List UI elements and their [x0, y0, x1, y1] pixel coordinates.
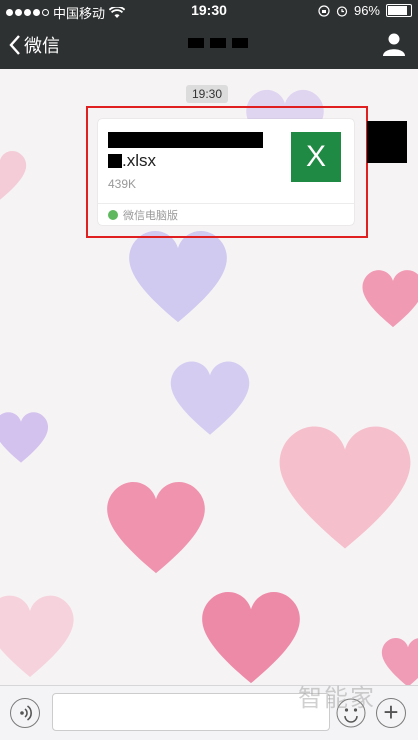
heart-decoration	[0, 151, 27, 200]
heart-decoration	[381, 638, 418, 685]
message-input[interactable]	[52, 693, 330, 731]
rotation-lock-icon	[318, 4, 330, 17]
profile-icon[interactable]	[382, 32, 406, 56]
battery-percent: 96%	[353, 3, 380, 18]
heart-decoration	[279, 426, 411, 549]
chat-title-redacted	[188, 38, 248, 48]
back-label: 微信	[24, 36, 60, 56]
watermark: 智能家	[298, 685, 376, 712]
redaction-block	[188, 38, 204, 48]
chevron-left-icon	[9, 35, 20, 55]
alarm-icon	[336, 5, 348, 17]
sender-avatar-redacted[interactable]	[367, 121, 407, 163]
back-button[interactable]: 微信	[8, 32, 60, 58]
heart-decoration	[362, 270, 418, 328]
heart-decoration	[202, 592, 300, 684]
status-bar: 中国移动 19:30 96%	[0, 0, 418, 21]
more-options-button[interactable]: +	[376, 698, 406, 728]
message-timestamp: 19:30	[186, 85, 229, 103]
heart-decoration	[0, 595, 74, 677]
voice-input-button[interactable]	[10, 698, 40, 728]
highlight-box	[86, 106, 368, 238]
battery-icon	[386, 4, 412, 17]
redaction-block	[232, 38, 248, 48]
chat-area[interactable]: 19:30 .xlsx 439K X 微信电脑版	[0, 69, 418, 685]
redaction-block	[210, 38, 226, 48]
battery-fill	[388, 6, 407, 15]
heart-decoration	[170, 361, 250, 435]
heart-decoration	[0, 412, 49, 463]
nav-bar: 微信	[0, 20, 418, 69]
status-right: 96%	[318, 3, 412, 18]
top-bar: 中国移动 19:30 96% 微信	[0, 0, 418, 69]
heart-decoration	[107, 482, 205, 574]
voice-icon	[20, 705, 32, 721]
